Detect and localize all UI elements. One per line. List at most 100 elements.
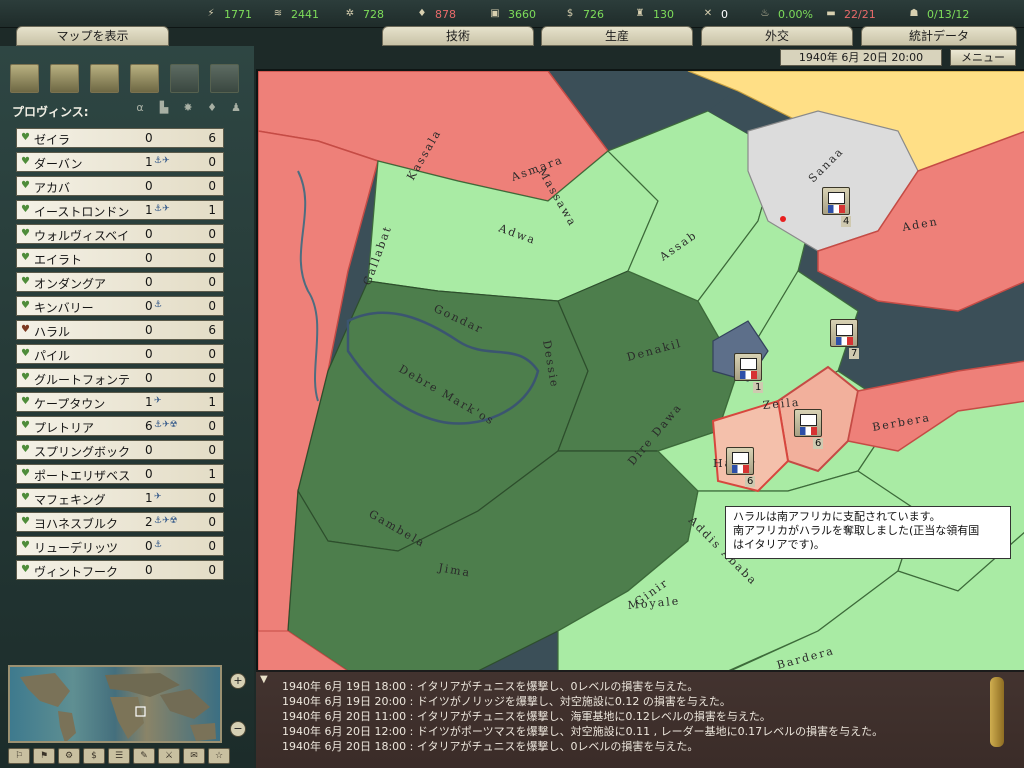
resource-value: 726 <box>583 7 604 21</box>
terrain-mapmode-button[interactable] <box>10 64 39 93</box>
tab-diplomacy[interactable]: 外交 <box>701 26 853 46</box>
province-row[interactable]: ♥ ヨハネスブルク 2 ⚓✈☢ 0 <box>16 512 224 532</box>
zoom-out-button[interactable]: − <box>230 721 246 737</box>
province-row[interactable]: ♥ ダーバン 1 ⚓✈ 0 <box>16 152 224 172</box>
province-row[interactable]: ♥ パイル 0 0 <box>16 344 224 364</box>
province-name: マフェキング <box>34 493 106 507</box>
resource-value: 3660 <box>508 7 536 21</box>
bottom-tool-3-icon[interactable]: ⚙ <box>58 748 80 764</box>
building-icons: ⚓ <box>154 300 163 310</box>
province-row[interactable]: ♥ ゼイラ 0 6 <box>16 128 224 148</box>
tab-tech[interactable]: 技術 <box>382 26 534 46</box>
bottom-tool-7-icon[interactable]: ⚔ <box>158 748 180 764</box>
province-value-2: 0 <box>208 371 216 385</box>
province-value-2: 0 <box>208 563 216 577</box>
province-row[interactable]: ♥ ポートエリザベス 0 1 <box>16 464 224 484</box>
province-row[interactable]: ♥ マフェキング 1 ✈ 0 <box>16 488 224 508</box>
province-status-icon: ♥ <box>21 468 30 479</box>
army-mapmode-button[interactable] <box>50 64 79 93</box>
bottom-tool-2-icon[interactable]: ⚑ <box>33 748 55 764</box>
bottom-tool-9-icon[interactable]: ☆ <box>208 748 230 764</box>
building-icons: ⚓ <box>154 540 163 550</box>
combat-mapmode-button[interactable] <box>170 64 199 93</box>
log-line: 1940年 6月 20日 11:00 : イタリアがチュニスを爆撃し、海軍基地に… <box>282 710 771 723</box>
province-row[interactable]: ♥ プレトリア 6 ⚓✈☢ 0 <box>16 416 224 436</box>
province-value-2: 0 <box>208 227 216 241</box>
tab-show-map[interactable]: マップを表示 <box>16 26 169 46</box>
navy-mapmode-button[interactable] <box>130 64 159 93</box>
province-value-1: 0 <box>145 467 153 481</box>
province-row[interactable]: ♥ スプリングボック 0 0 <box>16 440 224 460</box>
province-row[interactable]: ♥ オンダングア 0 0 <box>16 272 224 292</box>
unit-flag-icon <box>800 427 817 435</box>
province-value-2: 0 <box>208 251 216 265</box>
menu-button[interactable]: メニュー <box>950 49 1016 66</box>
province-name: グルートフォンテ <box>34 373 131 387</box>
transport-mapmode-button[interactable] <box>210 64 239 93</box>
province-name: プレトリア <box>34 421 95 435</box>
province-value-2: 6 <box>208 323 216 337</box>
sort-alpha-icon[interactable]: α <box>133 101 147 115</box>
province-value-2: 0 <box>208 491 216 505</box>
money-icon: $ <box>566 8 574 19</box>
province-row[interactable]: ♥ グルートフォンテ 0 0 <box>16 368 224 388</box>
building-icons: ⚓✈☢ <box>154 420 178 430</box>
sort-infra-icon[interactable]: ✸ <box>181 101 195 115</box>
log-collapse-icon[interactable]: ▼ <box>260 674 268 685</box>
province-row[interactable]: ♥ エイラト 0 0 <box>16 248 224 268</box>
unit-count: 1 <box>753 382 764 393</box>
bottom-tool-5-icon[interactable]: ☰ <box>108 748 130 764</box>
province-row[interactable]: ♥ ウォルヴィスベイ 0 0 <box>16 224 224 244</box>
unit-flag-icon <box>732 465 749 473</box>
resource-value: 22/21 <box>844 7 876 21</box>
minimap[interactable] <box>8 665 222 743</box>
bottom-tool-1-icon[interactable]: ⚐ <box>8 748 30 764</box>
resource-value: 878 <box>435 7 456 21</box>
unit-counter[interactable]: 6 <box>726 447 756 487</box>
province-row[interactable]: ♥ ヴィントフーク 0 0 <box>16 560 224 580</box>
energy-icon: ⚡ <box>207 8 215 19</box>
province-row[interactable]: ♥ ハラル 0 6 <box>16 320 224 340</box>
world-map[interactable]: Asmara Adwa Gondar Debre Mark'os Dessie Assab… <box>256 69 1024 670</box>
province-status-icon: ♥ <box>21 180 30 191</box>
province-status-icon: ♥ <box>21 276 30 287</box>
province-row[interactable]: ♥ ケープタウン 1 ✈ 1 <box>16 392 224 412</box>
province-value-2: 1 <box>208 395 216 409</box>
air-mapmode-button[interactable] <box>90 64 119 93</box>
sort-industry-icon[interactable]: ▙ <box>157 101 171 115</box>
province-value-1: 0 <box>145 299 153 313</box>
province-name: キンバリー <box>34 301 94 315</box>
province-tooltip: ハラルは南アフリカに支配されています。 南アフリカがハラルを奪取しました(正当な… <box>725 506 1011 559</box>
resource-value: 0.00% <box>778 7 813 21</box>
tab-production[interactable]: 生産 <box>541 26 693 46</box>
province-row[interactable]: ♥ リューデリッツ 0 ⚓ 0 <box>16 536 224 556</box>
resource-spies: ☗ 0/13/12 <box>906 5 970 23</box>
tooltip-line-3: はイタリアです)。 <box>733 538 825 551</box>
unit-counter[interactable]: 7 <box>830 319 860 359</box>
province-row[interactable]: ♥ キンバリー 0 ⚓ 0 <box>16 296 224 316</box>
province-value-2: 0 <box>208 275 216 289</box>
bottom-tool-6-icon[interactable]: ✎ <box>133 748 155 764</box>
bottom-tool-8-icon[interactable]: ✉ <box>183 748 205 764</box>
tab-stats[interactable]: 統計データ <box>861 26 1017 46</box>
log-scrollbar[interactable] <box>990 677 1004 747</box>
resource-metal: ≋ 2441 <box>270 5 319 23</box>
zoom-in-button[interactable]: + <box>230 673 246 689</box>
building-icons: ⚓✈ <box>154 204 170 214</box>
province-row[interactable]: ♥ アカバ 0 0 <box>16 176 224 196</box>
building-icons: ⚓✈☢ <box>154 516 178 526</box>
building-icons: ✈ <box>154 396 162 406</box>
province-value-2: 1 <box>208 203 216 217</box>
province-name: アカバ <box>34 181 71 195</box>
unit-counter[interactable]: 6 <box>794 409 824 449</box>
bottom-tool-4-icon[interactable]: $ <box>83 748 105 764</box>
unit-counter[interactable]: 1 <box>734 353 764 393</box>
sort-resource-icon[interactable]: ♦ <box>205 101 219 115</box>
log-line: 1940年 6月 20日 18:00 : イタリアがチュニスを爆撃し、0レベルの… <box>282 740 699 753</box>
sort-manpower-icon[interactable]: ♟ <box>229 101 243 115</box>
resource-diplomacy: ✕ 0 <box>700 5 728 23</box>
unit-counter[interactable]: 4 <box>822 187 852 227</box>
province-value-2: 0 <box>208 419 216 433</box>
province-value-1: 1 <box>145 491 153 505</box>
province-row[interactable]: ♥ イーストロンドン 1 ⚓✈ 1 <box>16 200 224 220</box>
